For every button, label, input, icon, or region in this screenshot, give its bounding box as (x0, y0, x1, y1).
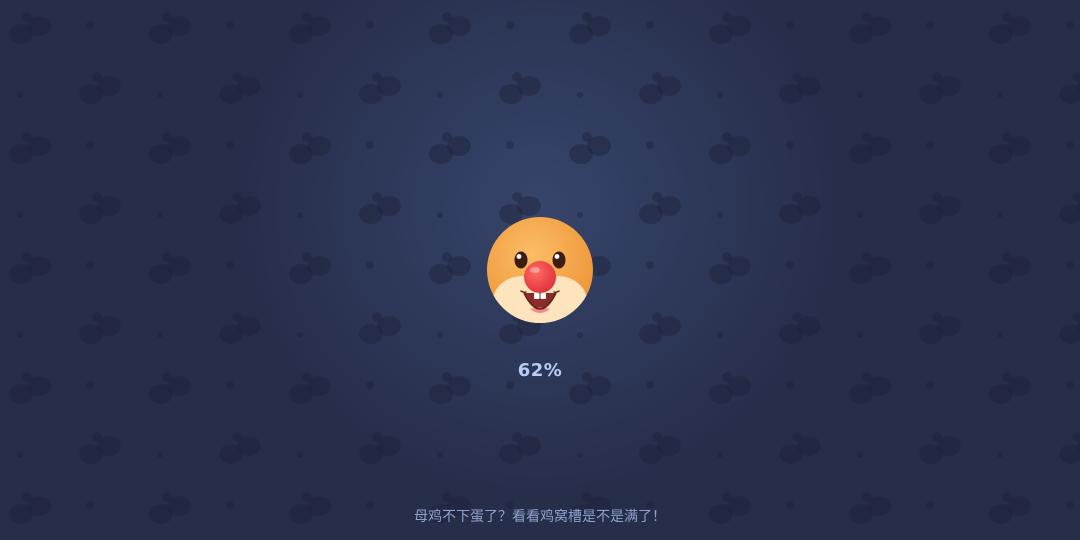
hamster-clown-face-icon (487, 217, 593, 323)
loading-percent: 62% (517, 360, 563, 381)
loading-tip: 母鸡不下蛋了？看看鸡窝槽是不是满了！ (414, 509, 666, 525)
loading-screen: 62% 母鸡不下蛋了？看看鸡窝槽是不是满了！ (0, 0, 1080, 540)
